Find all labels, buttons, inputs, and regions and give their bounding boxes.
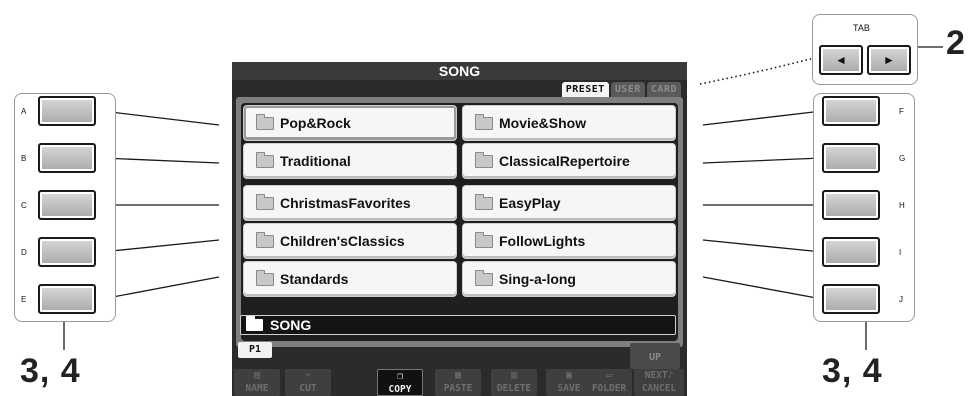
- folder-label: Children'sClassics: [280, 233, 405, 249]
- lcd-screen: SONG PRESET USER CARD Pop&Rock Tradition…: [232, 62, 687, 396]
- copy-button[interactable]: ❐ COPY: [377, 369, 423, 396]
- scissors-icon: ✂: [304, 370, 312, 381]
- screen-tab-row: PRESET USER CARD: [561, 82, 681, 97]
- button-h[interactable]: [822, 190, 880, 220]
- button-d[interactable]: [38, 237, 96, 267]
- folder-item[interactable]: Movie&Show: [462, 105, 676, 141]
- delete-button[interactable]: ▥ DELETE: [491, 369, 537, 396]
- name-button-label: NAME: [245, 383, 269, 394]
- folder-item[interactable]: EasyPlay: [462, 185, 676, 221]
- file-browser-area: Pop&Rock Traditional ChristmasFavorites …: [236, 97, 683, 347]
- tab-right-arrow-icon: ►: [883, 53, 895, 67]
- button-letter-e: E: [21, 295, 27, 304]
- button-letter-i: I: [899, 248, 902, 257]
- button-j[interactable]: [822, 284, 880, 314]
- folder-button[interactable]: ▭ FOLDER: [586, 369, 632, 396]
- folder-icon: ▭: [605, 370, 613, 381]
- button-letter-d: D: [21, 248, 27, 257]
- button-b[interactable]: [38, 143, 96, 173]
- up-label: UP: [648, 352, 662, 363]
- current-path-bar: SONG: [240, 315, 676, 335]
- tab-left-arrow-icon: ◄: [835, 53, 847, 67]
- cut-button-label: CUT: [299, 383, 317, 394]
- folder-icon: [475, 193, 493, 210]
- paste-button[interactable]: ▦ PASTE: [435, 369, 481, 396]
- file-list: Pop&Rock Traditional ChristmasFavorites …: [241, 103, 678, 341]
- tab-left-button[interactable]: ◄: [819, 45, 863, 75]
- button-letter-g: G: [899, 154, 906, 163]
- folder-label: FollowLights: [499, 233, 586, 249]
- button-c[interactable]: [38, 190, 96, 220]
- folder-label: Movie&Show: [499, 115, 587, 131]
- button-letter-a: A: [21, 107, 27, 116]
- folder-icon: [475, 269, 493, 286]
- folder-label: ChristmasFavorites: [280, 195, 411, 211]
- tab-right-button[interactable]: ►: [867, 45, 911, 75]
- paste-button-label: PASTE: [443, 383, 473, 394]
- folder-item[interactable]: FollowLights: [462, 223, 676, 259]
- folder-icon: [256, 113, 274, 130]
- screen-title: SONG: [232, 62, 687, 80]
- note-icon: ♪: [667, 370, 674, 381]
- current-path-label: SONG: [270, 317, 312, 333]
- name-icon: ▤: [253, 370, 261, 381]
- button-e[interactable]: [38, 284, 96, 314]
- folder-item[interactable]: Children'sClassics: [243, 223, 457, 259]
- folder-item[interactable]: Sing-a-long: [462, 261, 676, 297]
- folder-item[interactable]: Traditional: [243, 143, 457, 179]
- folder-label: EasyPlay: [499, 195, 561, 211]
- folder-label: ClassicalRepertoire: [499, 153, 630, 169]
- step-callout-tab: 2: [946, 24, 966, 62]
- folder-item[interactable]: ClassicalRepertoire: [462, 143, 676, 179]
- folder-icon: [256, 269, 274, 286]
- button-letter-h: H: [899, 201, 905, 210]
- button-a[interactable]: [38, 96, 96, 126]
- tab-panel-label: TAB: [853, 23, 870, 33]
- folder-label: Traditional: [280, 153, 351, 169]
- folder-label: Sing-a-long: [499, 271, 576, 287]
- next-button-label: NEXT♪: [644, 370, 674, 381]
- button-letter-j: J: [899, 295, 903, 304]
- folder-icon: [475, 231, 493, 248]
- folder-icon: [475, 113, 493, 130]
- trash-icon: ▥: [510, 370, 518, 381]
- folder-item[interactable]: Standards: [243, 261, 457, 297]
- step-callout-left: 3, 4: [20, 352, 81, 390]
- folder-label: Standards: [280, 271, 349, 287]
- tab-card[interactable]: CARD: [646, 82, 681, 97]
- folder-button-label: FOLDER: [591, 383, 627, 394]
- delete-button-label: DELETE: [496, 383, 532, 394]
- button-letter-f: F: [899, 107, 904, 116]
- folder-icon: [256, 193, 274, 210]
- button-g[interactable]: [822, 143, 880, 173]
- tab-user[interactable]: USER: [610, 82, 645, 97]
- button-letter-c: C: [21, 201, 27, 210]
- copy-icon: ❐: [396, 371, 404, 382]
- name-button[interactable]: ▤ NAME: [234, 369, 280, 396]
- folder-item[interactable]: Pop&Rock: [243, 105, 457, 141]
- folder-icon: [256, 231, 274, 248]
- folder-icon: [256, 151, 274, 168]
- button-letter-b: B: [21, 154, 27, 163]
- folder-icon: [475, 151, 493, 168]
- folder-icon: [246, 316, 263, 331]
- folder-label: Pop&Rock: [280, 115, 351, 131]
- button-i[interactable]: [822, 237, 880, 267]
- cancel-button-label: CANCEL: [641, 383, 677, 394]
- folder-item[interactable]: ChristmasFavorites: [243, 185, 457, 221]
- copy-button-label: COPY: [388, 384, 412, 395]
- button-f[interactable]: [822, 96, 880, 126]
- up-button[interactable]: UP: [630, 343, 680, 369]
- tab-preset[interactable]: PRESET: [561, 82, 609, 97]
- page-tab-p1[interactable]: P1: [238, 342, 272, 358]
- paste-icon: ▦: [454, 370, 462, 381]
- step-callout-right: 3, 4: [822, 352, 883, 390]
- cut-button[interactable]: ✂ CUT: [285, 369, 331, 396]
- next-cancel-button[interactable]: NEXT♪ CANCEL: [634, 369, 684, 396]
